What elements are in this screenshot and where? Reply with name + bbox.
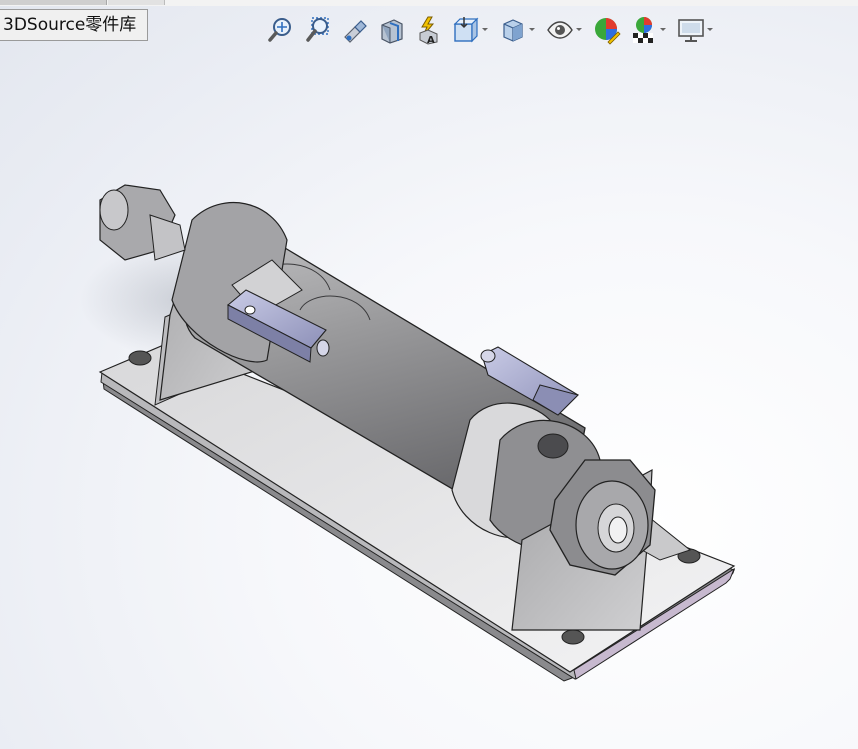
rear-end-nut[interactable] [99,184,186,261]
graphics-viewport[interactable]: 3DSource零件库 A [0,0,858,749]
cylinder-assembly-model[interactable] [0,0,858,749]
mounting-hole [128,350,152,366]
mounting-hole [561,629,585,645]
bracket-hole [537,433,569,459]
